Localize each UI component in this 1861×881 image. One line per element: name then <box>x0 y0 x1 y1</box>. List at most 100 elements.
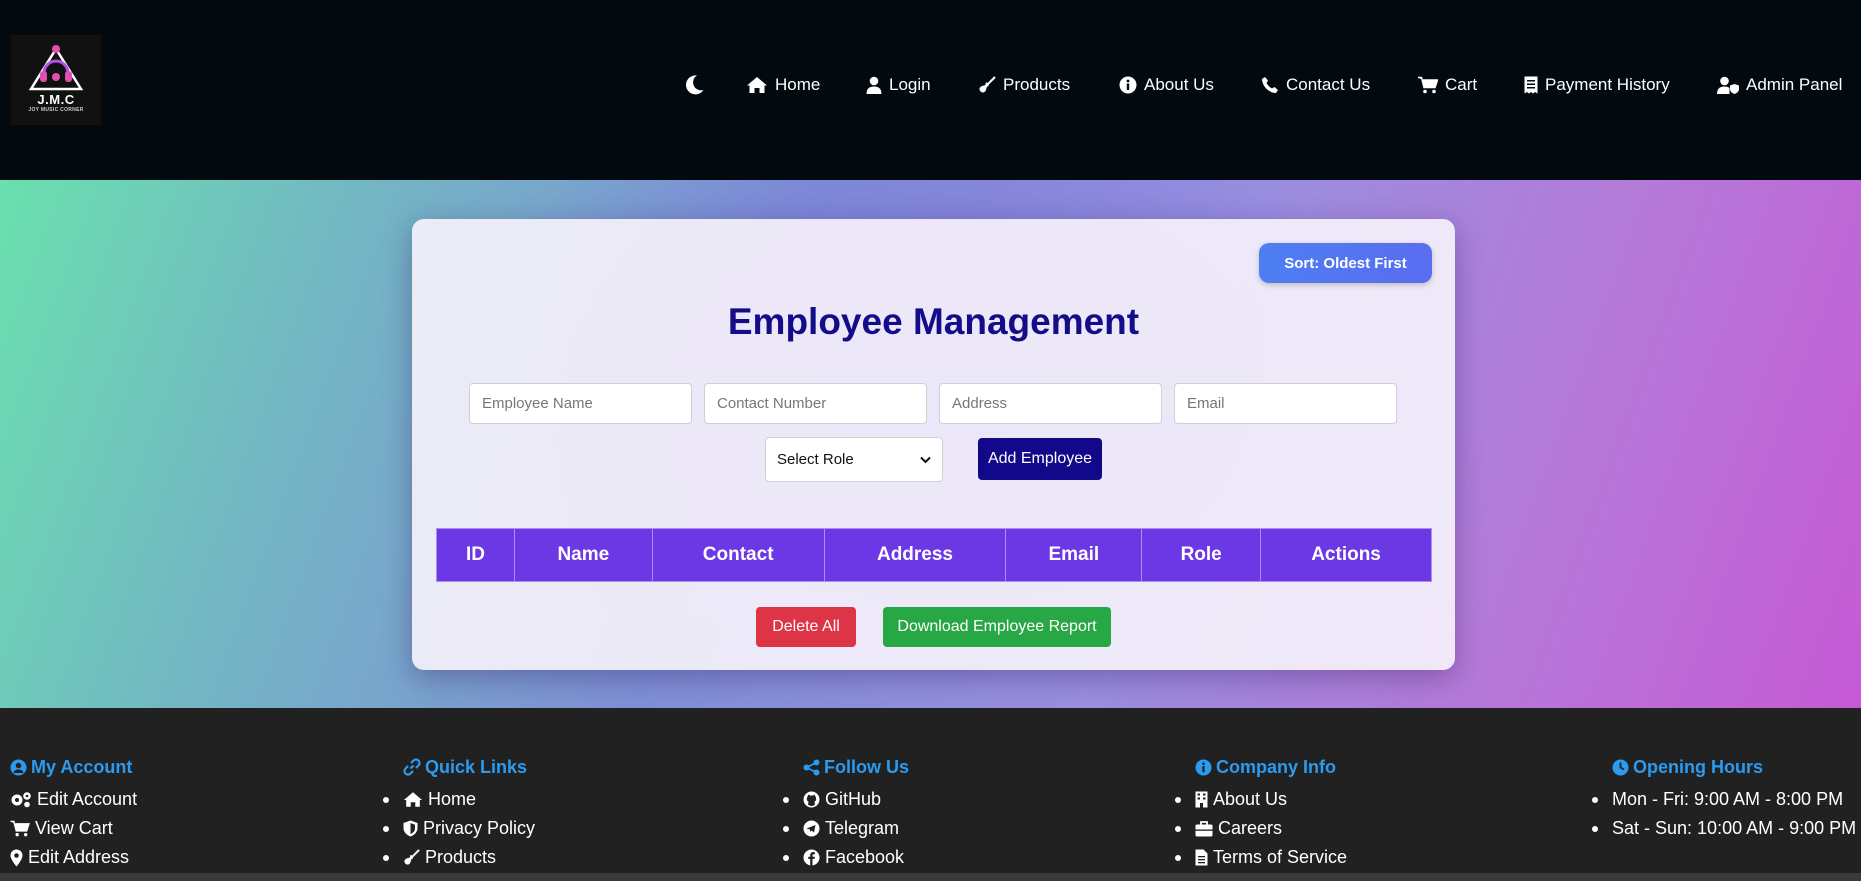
list-item[interactable]: Edit Address <box>10 843 137 872</box>
clock-icon <box>1612 759 1629 775</box>
footer-heading: Opening Hours <box>1612 756 1856 778</box>
user-shield-icon <box>1717 76 1739 94</box>
download-report-button[interactable]: Download Employee Report <box>883 607 1111 647</box>
nav-cart[interactable]: Cart <box>1418 73 1477 97</box>
briefcase-icon <box>1195 820 1213 836</box>
facebook-icon <box>803 849 820 866</box>
user-circle-icon <box>10 759 27 775</box>
receipt-icon <box>1524 76 1538 94</box>
guitar-icon <box>404 849 420 865</box>
column-header-address: Address <box>823 528 1007 582</box>
home-icon <box>403 792 423 807</box>
nav-products-label: Products <box>1003 75 1071 94</box>
nav-admin-panel[interactable]: Admin Panel <box>1717 73 1842 97</box>
footer-heading-label: My Account <box>31 756 133 777</box>
page-title: Employee Management <box>727 301 1140 342</box>
email-input[interactable] <box>1174 383 1397 424</box>
contact-number-input[interactable] <box>704 383 927 424</box>
column-header-name: Name <box>513 528 653 582</box>
nav-contact-us-label: Contact Us <box>1286 75 1371 94</box>
list-item[interactable]: Edit Account <box>10 785 137 814</box>
list-item[interactable]: Careers <box>1174 814 1347 843</box>
logo-title: J.M.C <box>37 92 75 107</box>
footer-heading-label: Company Info <box>1216 756 1336 777</box>
list-item[interactable]: Privacy Policy <box>382 814 535 843</box>
list-item[interactable]: About Us <box>1174 785 1347 814</box>
nav-payment-history-label: Payment History <box>1545 75 1670 94</box>
home-link[interactable]: Home <box>428 789 476 810</box>
nav-products[interactable]: Products <box>978 73 1070 97</box>
footer-link-list: About Us Careers Terms of Service <box>1174 785 1347 872</box>
nav-login-label: Login <box>889 75 931 94</box>
footer-opening-hours: Opening Hours Mon - Fri: 9:00 AM - 8:00 … <box>1591 756 1856 843</box>
column-header-contact: Contact <box>651 528 825 582</box>
footer-heading-label: Follow Us <box>824 756 909 777</box>
employee-table: ID Name Contact Address Email Role Actio… <box>436 528 1432 582</box>
site-footer: My Account Edit Account View Cart Edit A… <box>0 708 1861 881</box>
edit-address-link[interactable]: Edit Address <box>28 847 129 868</box>
edit-account-link[interactable]: Edit Account <box>37 789 137 810</box>
footer-company-info: Company Info About Us Careers Terms of S… <box>1174 756 1347 872</box>
add-employee-button[interactable]: Add Employee <box>978 438 1102 480</box>
column-header-email: Email <box>1005 528 1143 582</box>
top-header: J.M.C JOY MUSIC CORNER Home Login Produc… <box>0 0 1861 180</box>
footer-heading: Company Info <box>1195 756 1347 778</box>
nav-payment-history[interactable]: Payment History <box>1524 73 1670 97</box>
home-icon <box>747 77 767 93</box>
chevron-down-icon <box>920 456 931 463</box>
footer-heading: Quick Links <box>403 756 535 778</box>
footer-my-account: My Account Edit Account View Cart Edit A… <box>10 756 137 872</box>
logo-subtitle: JOY MUSIC CORNER <box>28 107 84 113</box>
column-header-actions: Actions <box>1260 528 1432 582</box>
list-item[interactable]: Telegram <box>783 814 909 843</box>
moon-icon[interactable] <box>682 73 706 102</box>
footer-link-list: GitHub Telegram Facebook <box>783 785 909 872</box>
column-header-id: ID <box>436 528 515 582</box>
about-us-link[interactable]: About Us <box>1213 789 1287 810</box>
terms-of-service-link[interactable]: Terms of Service <box>1213 847 1347 868</box>
footer-follow-us: Follow Us GitHub Telegram Facebook <box>783 756 909 872</box>
role-select[interactable]: Select Role <box>765 437 943 482</box>
facebook-link[interactable]: Facebook <box>825 847 904 868</box>
sort-button[interactable]: Sort: Oldest First <box>1259 243 1432 283</box>
delete-all-button[interactable]: Delete All <box>756 607 856 647</box>
telegram-link[interactable]: Telegram <box>825 818 899 839</box>
nav-home[interactable]: Home <box>746 73 820 97</box>
employee-name-input[interactable] <box>469 383 692 424</box>
products-link[interactable]: Products <box>425 847 496 868</box>
nav-home-label: Home <box>775 75 821 94</box>
phone-icon <box>1262 77 1278 93</box>
list-item[interactable]: Terms of Service <box>1174 843 1347 872</box>
file-text-icon <box>1195 849 1208 866</box>
address-input[interactable] <box>939 383 1162 424</box>
list-item[interactable]: Home <box>382 785 535 814</box>
hours-weekday: Mon - Fri: 9:00 AM - 8:00 PM <box>1612 789 1844 809</box>
shield-icon <box>403 820 418 837</box>
list-item[interactable]: Products <box>382 843 535 872</box>
cart-icon <box>10 820 30 837</box>
footer-heading: My Account <box>10 756 137 778</box>
github-link[interactable]: GitHub <box>825 789 881 810</box>
list-item[interactable]: GitHub <box>783 785 909 814</box>
privacy-policy-link[interactable]: Privacy Policy <box>423 818 535 839</box>
view-cart-link[interactable]: View Cart <box>35 818 113 839</box>
nav-contact-us[interactable]: Contact Us <box>1261 73 1370 97</box>
nav-login[interactable]: Login <box>866 73 931 97</box>
footer-quick-links: Quick Links Home Privacy Policy Products <box>382 756 535 872</box>
list-item[interactable]: View Cart <box>10 814 137 843</box>
table-header-row: ID Name Contact Address Email Role Actio… <box>436 528 1432 582</box>
role-select-value: Select Role <box>777 451 854 468</box>
nav-about-us-label: About Us <box>1144 75 1214 94</box>
horizontal-scrollbar[interactable] <box>0 873 1861 881</box>
telegram-icon <box>803 820 820 837</box>
building-icon <box>1195 791 1208 808</box>
github-icon <box>803 791 820 808</box>
column-header-role: Role <box>1141 528 1262 582</box>
guitar-icon <box>979 76 996 93</box>
list-item: Mon - Fri: 9:00 AM - 8:00 PM <box>1591 785 1856 814</box>
careers-link[interactable]: Careers <box>1218 818 1282 839</box>
user-icon <box>866 76 882 94</box>
nav-about-us[interactable]: About Us <box>1119 73 1214 97</box>
list-item[interactable]: Facebook <box>783 843 909 872</box>
brand-logo[interactable]: J.M.C JOY MUSIC CORNER <box>11 35 101 125</box>
